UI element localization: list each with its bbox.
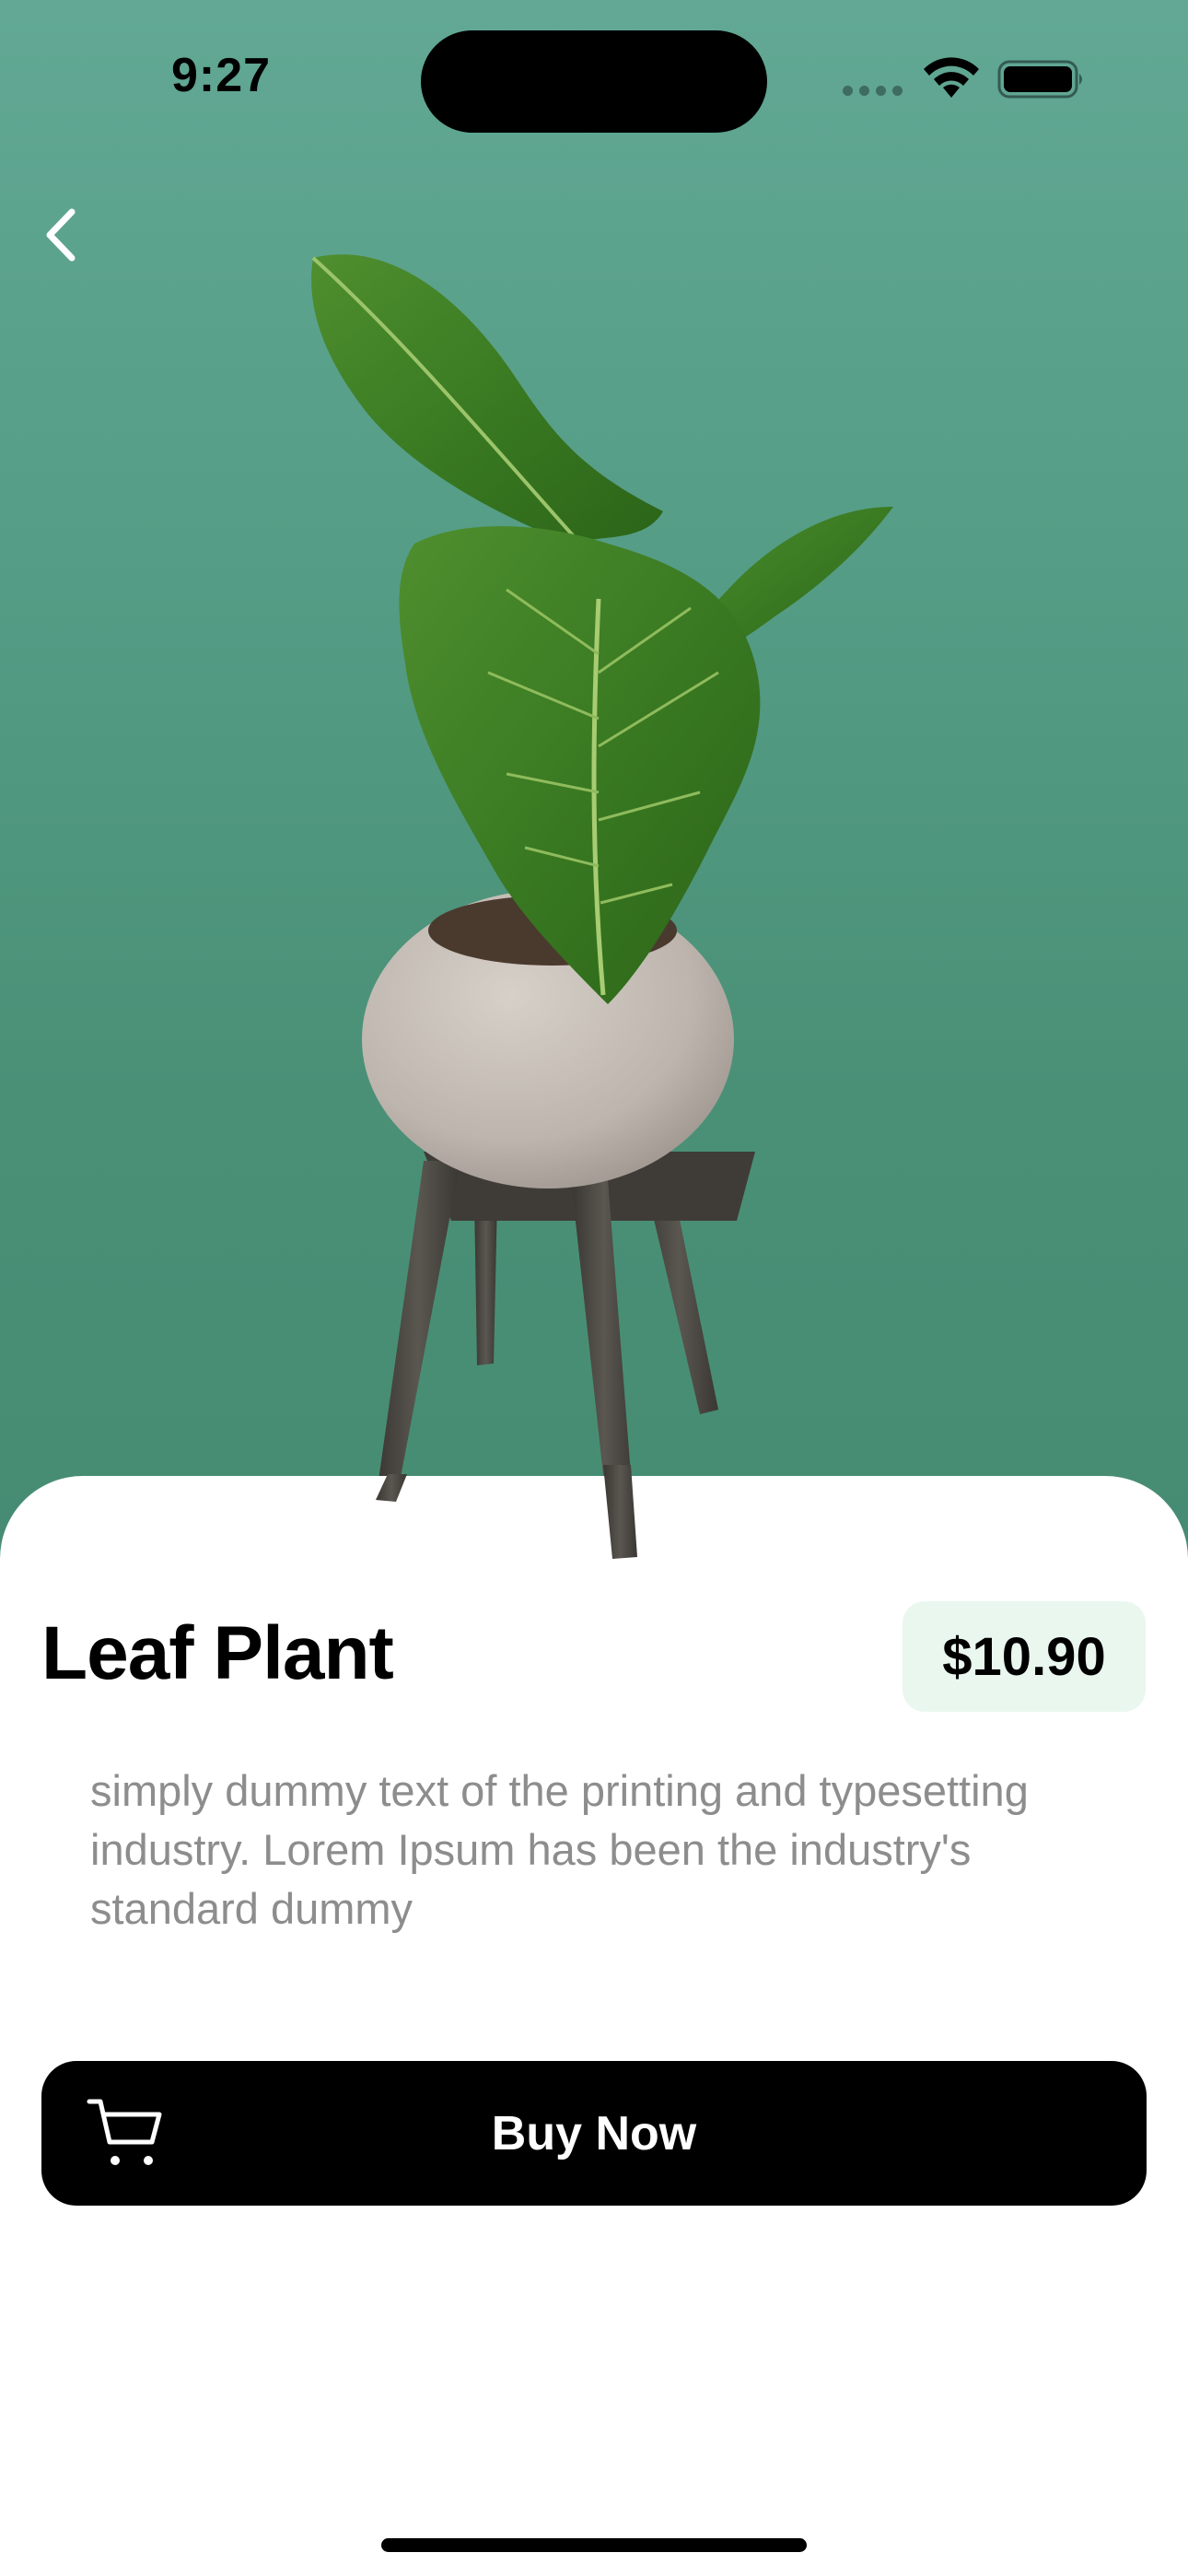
- home-indicator[interactable]: [381, 2538, 807, 2552]
- status-time: 9:27: [171, 49, 272, 102]
- product-detail-screen: 9:27 Leaf Plant $10.90 simply dummy text…: [0, 0, 1188, 2576]
- chevron-left-icon: [46, 208, 76, 262]
- back-button[interactable]: [28, 193, 92, 276]
- plant-image: [311, 254, 893, 1559]
- product-title: Leaf Plant: [41, 1611, 394, 1695]
- wifi-icon: [924, 57, 979, 98]
- battery-icon: [997, 60, 1082, 99]
- buy-now-button[interactable]: Buy Now: [41, 2061, 1147, 2206]
- dynamic-island: [421, 30, 767, 133]
- buy-now-label: Buy Now: [491, 2106, 697, 2160]
- product-description: simply dummy text of the printing and ty…: [90, 1766, 1029, 1933]
- cellular-dots-icon: [843, 86, 903, 96]
- cart-icon: [87, 2099, 162, 2165]
- price-badge: $10.90: [903, 1601, 1146, 1712]
